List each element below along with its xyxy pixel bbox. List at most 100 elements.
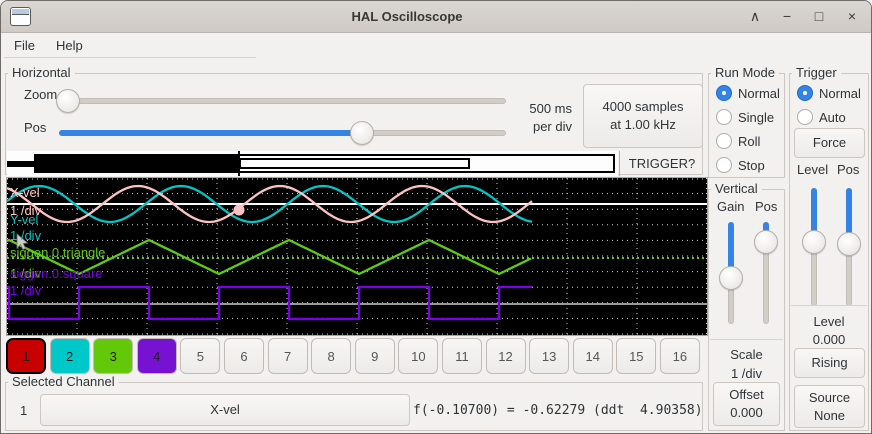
pos-slider-handle[interactable]	[350, 121, 374, 145]
run-mode-option-roll[interactable]: Roll	[716, 132, 760, 150]
scope-channel-2-name: Y-vel	[10, 213, 38, 226]
radio-checked-icon	[716, 85, 732, 101]
timebase-line2: per div	[502, 118, 572, 136]
scope-channel-2-scale: 1 /div	[10, 229, 41, 242]
channel-button-15[interactable]: 15	[616, 338, 656, 374]
channel-button-6[interactable]: 6	[224, 338, 264, 374]
trigger-option-auto[interactable]: Auto	[797, 108, 846, 126]
record-captured-fill	[34, 154, 239, 173]
vertical-pos-label: Pos	[755, 199, 777, 214]
trigger-divider	[791, 305, 867, 306]
record-position-bar	[7, 151, 618, 176]
channel-button-2[interactable]: 2	[50, 338, 90, 374]
channel-button-5[interactable]: 5	[180, 338, 220, 374]
trigger-level-slider-handle[interactable]	[802, 230, 826, 254]
maximize-icon: □	[815, 8, 823, 24]
window-title: HAL Oscilloscope	[1, 1, 813, 32]
trigger-level-slider-label: Level	[797, 162, 828, 177]
run-mode-option-normal[interactable]: Normal	[716, 84, 780, 102]
selected-sample-marker	[234, 205, 245, 216]
run-mode-title: Run Mode	[711, 65, 779, 80]
vertical-gain-label: Gain	[717, 199, 744, 214]
trigger-level-value: 0.000	[790, 332, 868, 347]
radio-icon	[797, 109, 813, 125]
force-button[interactable]: Force	[794, 128, 865, 158]
pos-label: Pos	[24, 120, 46, 135]
radio-checked-icon	[797, 85, 813, 101]
app-window: HAL Oscilloscope ∧ − □ × File Help Horiz…	[0, 0, 872, 434]
channel-button-16[interactable]: 16	[660, 338, 700, 374]
record-pretrigger-stub	[7, 161, 34, 167]
channel-source-button[interactable]: X-vel	[40, 394, 410, 426]
maximize-button[interactable]: □	[805, 1, 833, 32]
timebase-readout: 500 ms per div	[502, 100, 572, 136]
zoom-slider-track[interactable]	[59, 98, 506, 104]
channel-button-9[interactable]: 9	[355, 338, 395, 374]
run-mode-group: Run Mode Normal Single Roll Stop	[708, 73, 785, 178]
record-view-window	[239, 158, 470, 169]
channel-button-3[interactable]: 3	[93, 338, 133, 374]
scope-channel-4-name: siggen.0.square	[10, 267, 103, 280]
scope-channel-3-name: siggen.0.triangle	[10, 246, 105, 259]
menu-help[interactable]: Help	[50, 33, 89, 58]
vertical-pos-slider-handle[interactable]	[754, 230, 778, 254]
trigger-source-label: Source	[809, 389, 850, 407]
trigger-status-label: TRIGGER?	[629, 156, 695, 171]
run-mode-option-single[interactable]: Single	[716, 108, 774, 126]
horizontal-group: Horizontal Zoom Pos 500 ms per div 4000 …	[5, 73, 703, 175]
vertical-group: Vertical Gain Pos Scale 1 /div Offset 0.…	[708, 189, 785, 431]
channel-button-11[interactable]: 11	[442, 338, 482, 374]
channel-source-label: X-vel	[210, 401, 240, 419]
channel-button-7[interactable]: 7	[268, 338, 308, 374]
menu-file[interactable]: File	[8, 33, 41, 58]
vertical-divider	[710, 339, 783, 340]
vertical-title: Vertical	[711, 181, 762, 196]
selected-channel-group: Selected Channel 1 X-vel f(-0.10700) = -…	[5, 382, 703, 431]
channel-button-13[interactable]: 13	[529, 338, 569, 374]
trigger-source-button[interactable]: Source None	[794, 385, 865, 428]
zoom-slider-handle[interactable]	[56, 89, 80, 113]
channel-button-8[interactable]: 8	[311, 338, 351, 374]
trigger-source-value: None	[814, 407, 845, 425]
samples-button[interactable]: 4000 samples at 1.00 kHz	[583, 84, 703, 148]
trigger-edge-button[interactable]: Rising	[794, 348, 865, 378]
zoom-label: Zoom	[24, 87, 57, 102]
minimize-button[interactable]: −	[773, 1, 801, 32]
close-icon: ×	[848, 8, 856, 24]
channel-button-row: 12345678910111213141516	[6, 338, 706, 374]
trigger-option-normal[interactable]: Normal	[797, 84, 861, 102]
run-mode-option-stop[interactable]: Stop	[716, 156, 765, 174]
channel-button-1[interactable]: 1	[6, 338, 46, 374]
trigger-edge-label: Rising	[811, 354, 847, 372]
run-mode-option-label: Normal	[738, 86, 780, 101]
selected-channel-title: Selected Channel	[8, 374, 119, 389]
trigger-position-cursor	[238, 151, 240, 176]
scope-channel-1-name: X-vel	[10, 186, 40, 199]
pos-slider-fill	[59, 130, 362, 136]
channel-button-4[interactable]: 4	[137, 338, 177, 374]
trigger-pos-slider-label: Pos	[837, 162, 859, 177]
scope-channel-4-scale: 1 /div	[10, 284, 41, 297]
minimize-icon: −	[783, 8, 791, 24]
samples-line2: at 1.00 kHz	[610, 116, 676, 134]
trigger-pos-slider-handle[interactable]	[837, 232, 861, 256]
channel-button-12[interactable]: 12	[486, 338, 526, 374]
offset-button-value: 0.000	[730, 404, 763, 422]
titlebar[interactable]: HAL Oscilloscope ∧ − □ ×	[1, 1, 871, 33]
timebase-line1: 500 ms	[502, 100, 572, 118]
trigger-option-label: Normal	[819, 86, 861, 101]
menu-separator	[4, 57, 256, 58]
channel-button-10[interactable]: 10	[398, 338, 438, 374]
vertical-gain-slider-handle[interactable]	[719, 266, 743, 290]
channel-value-readout: f(-0.10700) = -0.62279 (ddt 4.90358)	[413, 403, 703, 418]
scope-display[interactable]: X-vel 1 /div Y-vel 1 /div siggen.0.trian…	[6, 177, 708, 336]
radio-icon	[716, 157, 732, 173]
radio-icon	[716, 133, 732, 149]
channel-button-14[interactable]: 14	[573, 338, 613, 374]
trigger-status-cell: TRIGGER?	[619, 151, 704, 176]
close-button[interactable]: ×	[838, 1, 866, 32]
shade-button[interactable]: ∧	[741, 1, 769, 32]
run-mode-option-label: Roll	[738, 134, 760, 149]
trigger-level-label: Level	[790, 314, 868, 329]
offset-button[interactable]: Offset 0.000	[713, 382, 780, 426]
